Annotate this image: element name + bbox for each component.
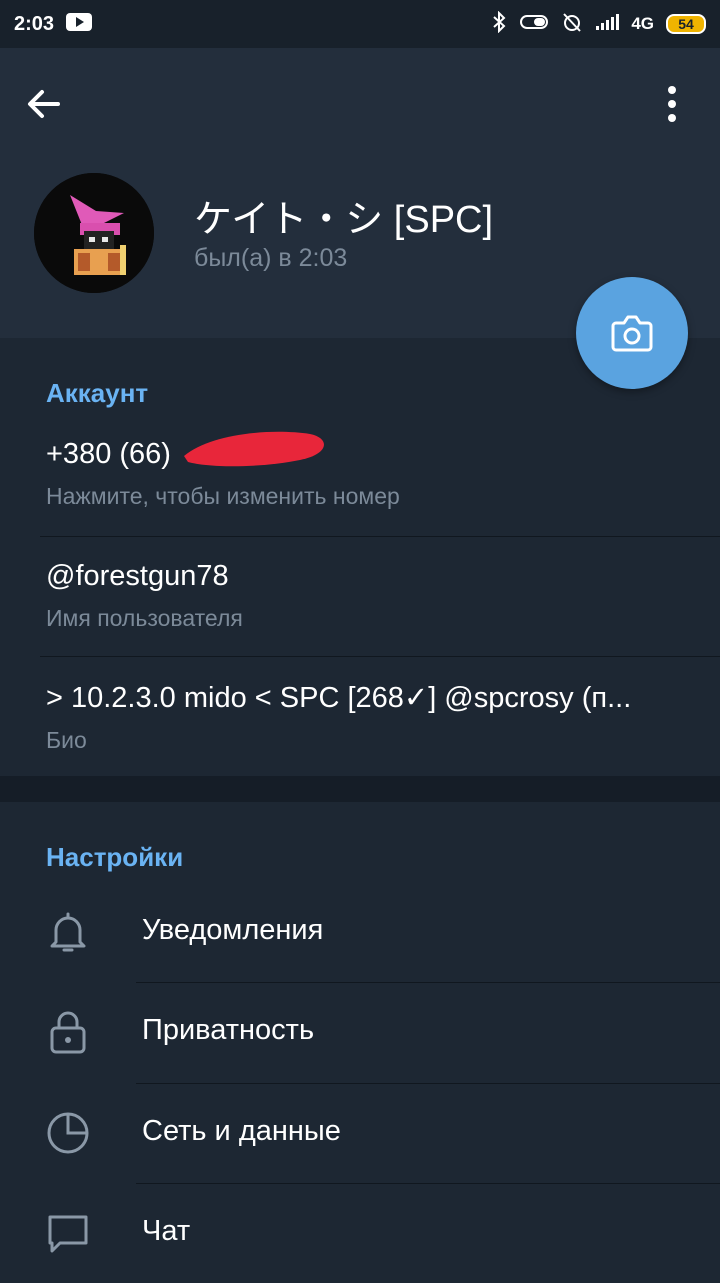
chat-bubble-icon bbox=[48, 1215, 88, 1253]
avatar[interactable] bbox=[34, 173, 154, 293]
account-section: Аккаунт +380 (66) Нажмите, чтобы изменит… bbox=[0, 338, 720, 776]
phone-hint: Нажмите, чтобы изменить номер bbox=[46, 483, 400, 509]
pie-chart-icon bbox=[47, 1112, 89, 1154]
settings-item-label: Приватность bbox=[142, 1014, 315, 1046]
youtube-icon bbox=[66, 12, 93, 36]
alarm-off-icon bbox=[561, 11, 583, 38]
settings-item-label: Уведомления bbox=[142, 914, 324, 946]
redaction-scribble bbox=[180, 426, 340, 472]
pixel-wizard-avatar-image bbox=[34, 173, 154, 293]
section-gap bbox=[0, 776, 720, 802]
phone-number: +380 (66) bbox=[46, 438, 171, 470]
settings-section-title: Настройки bbox=[46, 842, 184, 872]
bell-icon bbox=[50, 912, 86, 952]
settings-item-label: Чат bbox=[142, 1215, 191, 1247]
bio-value: > 10.2.3.0 mido < SPC [268✓] @spcrosy (п… bbox=[46, 682, 632, 714]
bluetooth-icon bbox=[491, 10, 507, 38]
username-label: Имя пользователя bbox=[46, 605, 243, 631]
back-button[interactable] bbox=[24, 84, 64, 129]
more-options-button[interactable] bbox=[658, 84, 686, 129]
phone-item[interactable]: +380 (66) Нажмите, чтобы изменить номер bbox=[46, 438, 686, 510]
settings-item-data[interactable]: Сеть и данные bbox=[0, 1083, 720, 1183]
last-seen-status: был(а) в 2:03 bbox=[194, 244, 348, 272]
username-item[interactable]: @forestgun78 Имя пользователя bbox=[46, 560, 686, 632]
status-bar: 2:03 4G 54 bbox=[0, 0, 720, 48]
bio-label: Био bbox=[46, 727, 87, 753]
arrow-left-icon bbox=[28, 90, 60, 118]
settings-section: Настройки Уведомления Приватность Сеть и… bbox=[0, 802, 720, 1280]
profile-name: ケイト・シ [SPC] bbox=[194, 199, 494, 241]
settings-item-label: Сеть и данные bbox=[142, 1115, 341, 1147]
vibrate-icon bbox=[519, 12, 549, 37]
divider bbox=[40, 656, 720, 657]
battery-icon: 54 bbox=[666, 14, 706, 34]
network-type: 4G bbox=[631, 14, 654, 33]
signal-icon bbox=[595, 12, 620, 37]
divider bbox=[40, 536, 720, 537]
set-photo-button[interactable] bbox=[576, 277, 688, 389]
settings-item-privacy[interactable]: Приватность bbox=[0, 982, 720, 1082]
camera-icon bbox=[611, 315, 653, 352]
settings-item-notifications[interactable]: Уведомления bbox=[0, 882, 720, 982]
lock-icon bbox=[50, 1011, 86, 1054]
settings-item-chat[interactable]: Чат bbox=[0, 1183, 720, 1283]
bio-item[interactable]: > 10.2.3.0 mido < SPC [268✓] @spcrosy (п… bbox=[46, 680, 686, 754]
account-section-title: Аккаунт bbox=[46, 378, 149, 408]
username-value: @forestgun78 bbox=[46, 560, 229, 592]
more-vertical-icon bbox=[668, 86, 676, 122]
status-time: 2:03 bbox=[14, 12, 55, 35]
